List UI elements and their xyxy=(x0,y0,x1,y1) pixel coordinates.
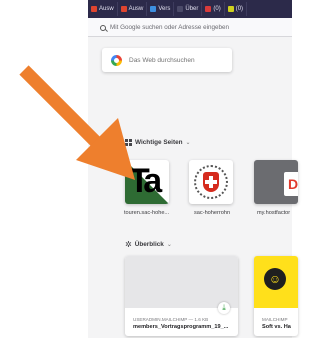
mailchimp-icon: ☺ xyxy=(264,268,286,290)
top-site-tile-touren[interactable]: Ta xyxy=(125,160,169,204)
card-thumbnail: ☺ xyxy=(254,256,298,308)
tab-favicon-icon xyxy=(120,6,127,12)
document-icon: D xyxy=(284,172,298,196)
top-site-label: sac-hoherrohn xyxy=(194,210,231,216)
highlights-heading[interactable]: ✲ Überblick ⌄ xyxy=(125,240,172,249)
chevron-down-icon: ⌄ xyxy=(185,140,191,146)
top-site-label: touren.sac-hohe... xyxy=(124,210,170,216)
tab-favicon-icon xyxy=(150,6,157,12)
tab-favicon-icon xyxy=(91,6,97,12)
grid-icon xyxy=(125,139,132,146)
card-title: Soft vs. Ha xyxy=(262,324,291,330)
top-sites-heading[interactable]: Wichtige Seiten ⌄ xyxy=(125,139,191,146)
tab[interactable]: Ausw xyxy=(118,2,148,16)
highlight-card[interactable]: ☺ MAILCHIMP Soft vs. Ha xyxy=(254,256,298,336)
top-site-tile-hostfactor[interactable]: D xyxy=(254,160,298,204)
tab[interactable]: (0) xyxy=(225,2,248,16)
tab-favicon-icon xyxy=(227,6,234,12)
download-icon: ⤓ xyxy=(218,302,230,314)
url-bar: Mit Google suchen oder Adresse eingeben xyxy=(88,18,292,37)
chevron-down-icon: ⌄ xyxy=(166,242,172,248)
card-meta: USERADMIN.MAILCHIMP — 1.6 KB xyxy=(133,317,209,322)
tab-bar: Ausw Ausw Vers Über (0) (0) xyxy=(88,0,292,18)
search-icon xyxy=(100,24,106,31)
google-icon xyxy=(111,54,122,66)
tab[interactable]: Über xyxy=(174,2,203,16)
url-input[interactable]: Mit Google suchen oder Adresse eingeben xyxy=(100,22,288,33)
tab-favicon-icon xyxy=(205,6,212,12)
tab[interactable]: Vers xyxy=(147,2,175,16)
search-placeholder: Das Web durchsuchen xyxy=(129,56,195,64)
swiss-cross-icon xyxy=(203,172,219,192)
card-meta: MAILCHIMP xyxy=(262,317,288,322)
tab[interactable]: Ausw xyxy=(88,2,118,16)
url-placeholder: Mit Google suchen oder Adresse eingeben xyxy=(110,24,230,31)
sparkle-icon: ✲ xyxy=(125,240,132,249)
highlight-card[interactable]: ⤓ USERADMIN.MAILCHIMP — 1.6 KB members_V… xyxy=(125,256,238,336)
web-search-box[interactable]: Das Web durchsuchen xyxy=(102,48,232,72)
top-site-label: my.hostfactor xyxy=(257,210,291,216)
top-site-tile-sac[interactable] xyxy=(189,160,233,204)
card-title: members_Vortragsprogramm_19_... xyxy=(133,324,229,330)
card-thumbnail xyxy=(125,256,238,308)
ta-logo: Ta xyxy=(129,162,162,200)
tab-favicon-icon xyxy=(177,6,184,12)
tab[interactable]: (0) xyxy=(202,2,225,16)
